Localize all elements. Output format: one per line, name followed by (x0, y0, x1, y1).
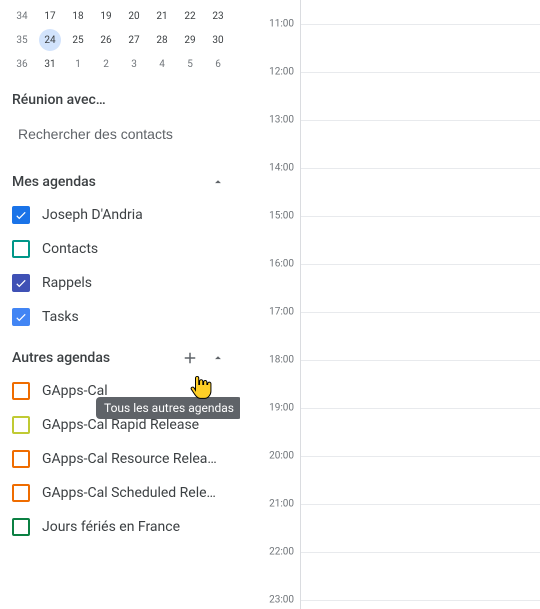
time-label: 18:00 (269, 355, 294, 366)
mini-calendar-day[interactable]: 28 (148, 35, 176, 46)
time-labels-column: 11:00 12:00 13:00 14:00 15:00 16:00 17:00 18:00… (240, 0, 300, 609)
calendar-item[interactable]: Joseph D'Andria (8, 198, 232, 232)
mini-calendar-day[interactable]: 30 (204, 35, 232, 46)
time-label: 12:00 (269, 67, 294, 78)
mini-calendar-day[interactable]: 1 (64, 59, 92, 70)
mini-calendar-day[interactable]: 31 (36, 59, 64, 70)
grid-line (301, 600, 540, 601)
calendar-checkbox[interactable] (12, 206, 30, 224)
grid-line (301, 216, 540, 217)
mini-calendar-day[interactable]: 25 (64, 35, 92, 46)
grid-line (301, 312, 540, 313)
mini-calendar-day[interactable]: 36 (8, 59, 36, 70)
mini-calendar-day[interactable]: 24 (36, 35, 64, 46)
mini-calendar-day[interactable]: 3 (120, 59, 148, 70)
time-label: 16:00 (269, 259, 294, 270)
mini-calendar-day[interactable]: 26 (92, 35, 120, 46)
mini-calendar-day[interactable]: 22 (176, 11, 204, 22)
grid-line (301, 72, 540, 73)
calendar-name: Tasks (42, 309, 79, 325)
other-calendars-header[interactable]: Autres agendas (8, 334, 232, 374)
calendar-name: Rappels (42, 275, 92, 291)
grid-line (301, 504, 540, 505)
mini-calendar-day[interactable]: 20 (120, 11, 148, 22)
time-label: 17:00 (269, 307, 294, 318)
grid-line (301, 24, 540, 25)
calendar-name: GApps-Cal Rapid Release (42, 417, 199, 433)
grid-line (301, 168, 540, 169)
meet-with-title: Réunion avec… (8, 86, 232, 118)
calendar-checkbox[interactable] (12, 450, 30, 468)
mini-calendar-day[interactable]: 18 (64, 11, 92, 22)
time-label: 20:00 (269, 451, 294, 462)
time-label: 19:00 (269, 403, 294, 414)
other-calendars-title: Autres agendas (12, 350, 110, 366)
grid-line (301, 408, 540, 409)
calendar-name: Contacts (42, 241, 98, 257)
add-calendar-icon[interactable] (180, 348, 200, 368)
mini-calendar-day[interactable]: 6 (204, 59, 232, 70)
grid-line (301, 360, 540, 361)
time-label: 23:00 (269, 595, 294, 606)
calendar-item[interactable]: Tasks (8, 300, 232, 334)
calendar-item[interactable]: GApps-Cal Scheduled Rele… (8, 476, 232, 510)
mini-calendar[interactable]: 3417181920212223352425262728293036311234… (8, 0, 232, 86)
my-calendars-header[interactable]: Mes agendas (8, 158, 232, 198)
time-label: 11:00 (269, 19, 294, 30)
search-contacts-input[interactable] (8, 118, 232, 158)
chevron-up-icon[interactable] (208, 172, 228, 192)
grid-line (301, 120, 540, 121)
grid-line (301, 552, 540, 553)
calendar-item[interactable]: Contacts (8, 232, 232, 266)
calendar-item[interactable]: Rappels (8, 266, 232, 300)
mini-calendar-day[interactable]: 5 (176, 59, 204, 70)
mini-calendar-day[interactable]: 19 (92, 11, 120, 22)
mini-calendar-day[interactable]: 4 (148, 59, 176, 70)
calendar-checkbox[interactable] (12, 518, 30, 536)
mini-calendar-day[interactable]: 17 (36, 11, 64, 22)
calendar-name: GApps-Cal Scheduled Rele… (42, 485, 216, 501)
chevron-up-icon[interactable] (208, 348, 228, 368)
mini-calendar-day[interactable]: 27 (120, 35, 148, 46)
time-label: 14:00 (269, 163, 294, 174)
time-label: 13:00 (269, 115, 294, 126)
grid-line (301, 264, 540, 265)
calendar-name: Jours fériés en France (42, 519, 180, 535)
calendar-checkbox[interactable] (12, 308, 30, 326)
time-grid[interactable]: 11:00 12:00 13:00 14:00 15:00 16:00 17:00 18:00… (240, 0, 540, 609)
mini-calendar-day[interactable]: 21 (148, 11, 176, 22)
time-label: 22:00 (269, 547, 294, 558)
mini-calendar-day[interactable]: 23 (204, 11, 232, 22)
calendar-item[interactable]: GApps-Cal Resource Relea… (8, 442, 232, 476)
time-label: 15:00 (269, 211, 294, 222)
calendar-checkbox[interactable] (12, 416, 30, 434)
time-label: 21:00 (269, 499, 294, 510)
my-calendars-list: Joseph D'Andria Contacts Rappels Tasks (8, 198, 232, 334)
calendar-checkbox[interactable] (12, 382, 30, 400)
mini-calendar-day[interactable]: 2 (92, 59, 120, 70)
tooltip: Tous les autres agendas (96, 397, 240, 419)
mini-calendar-day[interactable]: 34 (8, 11, 36, 22)
grid-line (301, 456, 540, 457)
calendar-item[interactable]: Jours fériés en France (8, 510, 232, 544)
calendar-checkbox[interactable] (12, 274, 30, 292)
mini-calendar-day[interactable]: 29 (176, 35, 204, 46)
calendar-checkbox[interactable] (12, 484, 30, 502)
calendar-name: GApps-Cal Resource Relea… (42, 451, 217, 467)
mini-calendar-day[interactable]: 35 (8, 35, 36, 46)
grid-column[interactable] (300, 0, 540, 609)
calendar-checkbox[interactable] (12, 240, 30, 258)
sidebar: 3417181920212223352425262728293036311234… (0, 0, 240, 609)
my-calendars-title: Mes agendas (12, 174, 96, 190)
calendar-name: Joseph D'Andria (42, 207, 143, 223)
